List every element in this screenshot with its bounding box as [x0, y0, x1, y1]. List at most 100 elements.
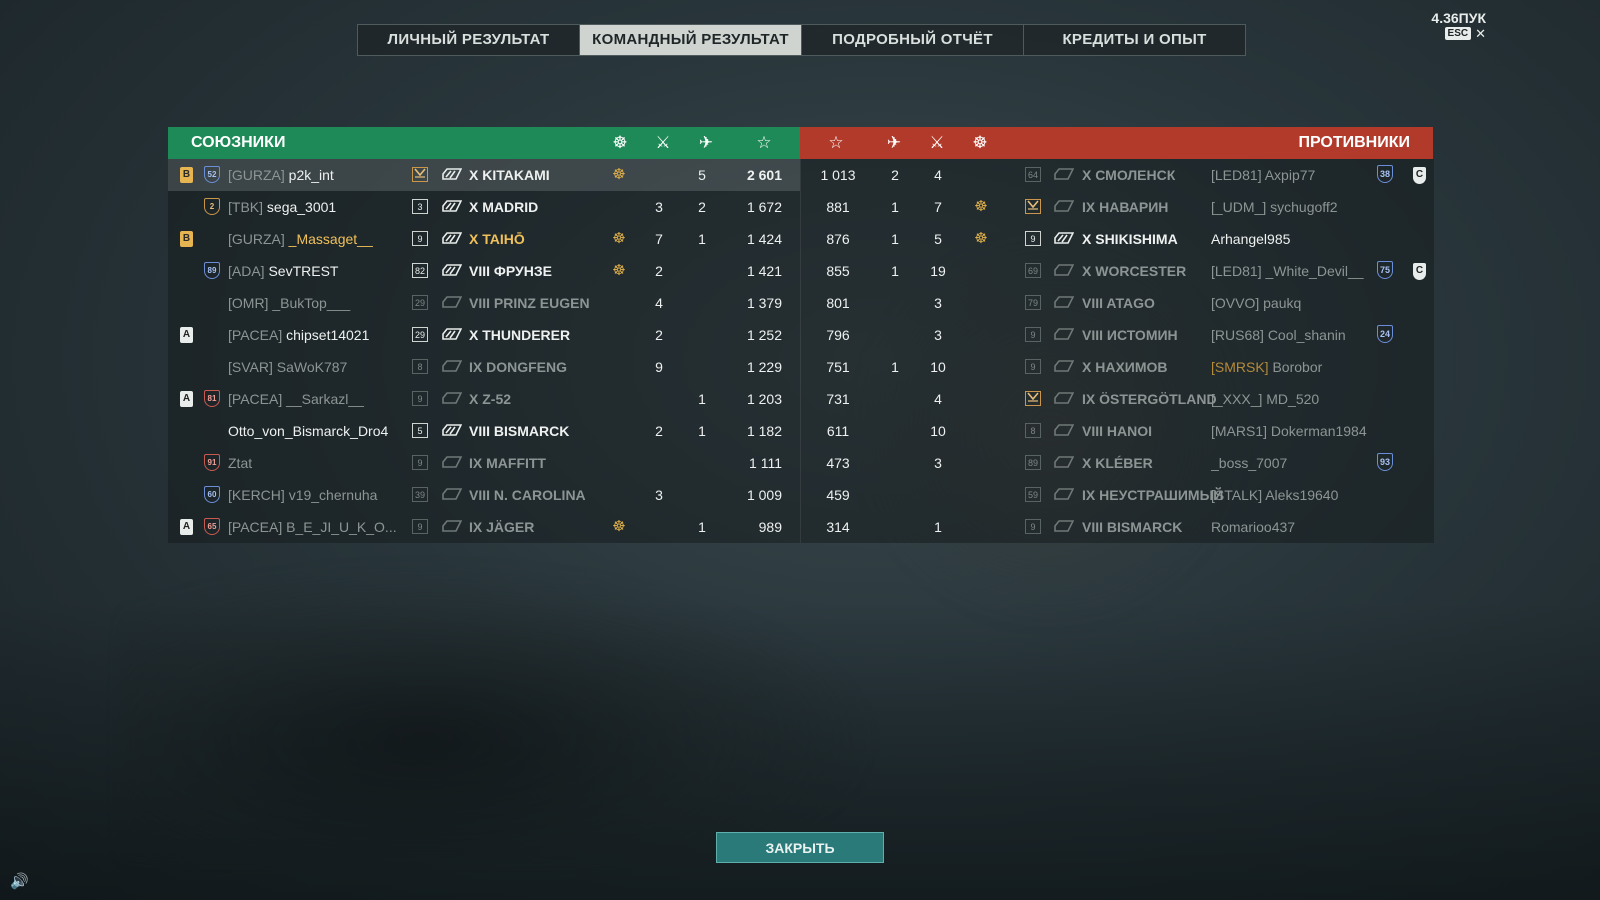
tab-personal-result[interactable]: ЛИЧНЫЙ РЕЗУЛЬТАТ	[358, 25, 580, 55]
table-row[interactable]: 2 [TBK] sega_3001 3 X MADRID 3 2 1 672	[168, 191, 800, 223]
ship-name[interactable]: X THUNDERER	[469, 319, 619, 351]
medal-icon: ☸	[612, 262, 626, 279]
ship-name[interactable]: X СМОЛЕНСК	[1082, 159, 1212, 191]
ship-name[interactable]: VIII PRINZ EUGEN	[469, 287, 619, 319]
player-name[interactable]: [OVVO] paukq	[1211, 287, 1371, 319]
player-name[interactable]: Arhangel985	[1211, 223, 1371, 255]
ship-name[interactable]: VIII BISMARCK	[1082, 511, 1212, 543]
rank-badge: 2	[204, 198, 220, 215]
player-name[interactable]: Ztat	[228, 447, 403, 479]
table-row[interactable]: 473 3 89 X KLÉBER _boss_7007 93	[801, 447, 1434, 479]
ship-name[interactable]: X KLÉBER	[1082, 447, 1212, 479]
player-name[interactable]: [LED81] _White_Devil__	[1211, 255, 1371, 287]
medal-column-icon: ☸	[612, 133, 628, 152]
table-row[interactable]: 855 1 19 69 X WORCESTER [LED81] _White_Devil_…	[801, 255, 1434, 287]
table-row[interactable]: 611 10 8 VIII HANOI [MARS1] Dokerman1984	[801, 415, 1434, 447]
ship-name[interactable]: IX ÖSTERGÖTLAND	[1082, 383, 1217, 415]
rank-chevron-icon	[412, 167, 428, 182]
planes-value	[687, 287, 717, 319]
table-row[interactable]: 801 3 79 VIII ATAGO [OVVO] paukq	[801, 287, 1434, 319]
esc-close[interactable]: ESC ✕	[1431, 27, 1486, 40]
player-name[interactable]: [PACEA] chipset14021	[228, 319, 403, 351]
table-row[interactable]: 1 013 2 4 64 X СМОЛЕНСК [LED81] Axpip77 38 C	[801, 159, 1434, 191]
ship-name[interactable]: X SHIKISHIMA	[1082, 223, 1212, 255]
ship-name[interactable]: X НАХИМОВ	[1082, 351, 1212, 383]
ship-name[interactable]: X KITAKAMI	[469, 159, 619, 191]
player-name[interactable]: [KERCH] v19_chernuha	[228, 479, 403, 511]
ship-name[interactable]: VIII BISMARCK	[469, 415, 619, 447]
player-name[interactable]: [SMRSK] Borobor	[1211, 351, 1371, 383]
ship-name[interactable]: IX MAFFITT	[469, 447, 619, 479]
ship-level-badge: 9	[1025, 519, 1041, 534]
player-name[interactable]: [OMR] _BukTop___	[228, 287, 403, 319]
player-name[interactable]: [STALK] Aleks19640	[1211, 479, 1371, 511]
player-name[interactable]: [GURZA] p2k_int	[228, 159, 403, 191]
player-nickname: MD_520	[1266, 391, 1320, 407]
xp-value: 611	[826, 423, 850, 439]
player-name[interactable]: [SVAR] SaWoK787	[228, 351, 403, 383]
player-name[interactable]: [PACEA] B_E_JI_U_K_O...	[228, 511, 403, 543]
rank-chevron-icon	[1025, 391, 1041, 406]
table-row[interactable]: 881 1 7 ☸ IX НАВАРИН [_UDM_] sychugoff2	[801, 191, 1434, 223]
table-row[interactable]: 731 4 IX ÖSTERGÖTLAND [_XXX_] MD_520	[801, 383, 1434, 415]
ship-name[interactable]: IX НЕУСТРАШИМЫЙ	[1082, 479, 1223, 511]
player-name[interactable]: Romarioo437	[1211, 511, 1371, 543]
ship-class-icon	[442, 423, 463, 439]
volume-icon[interactable]: 🔊	[10, 872, 30, 892]
tab-team-result[interactable]: КОМАНДНЫЙ РЕЗУЛЬТАТ	[580, 25, 802, 55]
player-name[interactable]: Otto_von_Bismarck_Dro4	[228, 415, 403, 447]
tab-credits-xp[interactable]: КРЕДИТЫ И ОПЫТ	[1024, 25, 1245, 55]
table-row[interactable]: B [GURZA] _Massaget__ 9 X TAIHŌ ☸ 7 1 1 424	[168, 223, 800, 255]
ship-class-icon	[442, 487, 463, 503]
ship-name[interactable]: X Z-52	[469, 383, 619, 415]
table-row[interactable]: B 52 [GURZA] p2k_int X KITAKAMI ☸ 5 2 601	[168, 159, 800, 191]
player-name[interactable]: [LED81] Axpip77	[1211, 159, 1371, 191]
player-name[interactable]: [_XXX_] MD_520	[1211, 383, 1371, 415]
ship-name[interactable]: IX DONGFENG	[469, 351, 619, 383]
table-row[interactable]: A 65 [PACEA] B_E_JI_U_K_O... 9 IX JÄGER ☸ 1 989	[168, 511, 800, 543]
table-row[interactable]: 876 1 5 ☸ 9 X SHIKISHIMA Arhangel985	[801, 223, 1434, 255]
ship-level-badge: 82	[412, 263, 428, 278]
table-row[interactable]: 796 3 9 VIII ИСТОМИН [RUS68] Cool_shanin 24	[801, 319, 1434, 351]
ship-name[interactable]: X MADRID	[469, 191, 619, 223]
close-icon[interactable]: ✕	[1475, 27, 1486, 40]
ship-name[interactable]: IX НАВАРИН	[1082, 191, 1212, 223]
ship-name[interactable]: VIII HANOI	[1082, 415, 1212, 447]
table-row[interactable]: [SVAR] SaWoK787 8 IX DONGFENG 9 1 229	[168, 351, 800, 383]
ship-name[interactable]: VIII ИСТОМИН	[1082, 319, 1212, 351]
table-row[interactable]: 459 59 IX НЕУСТРАШИМЫЙ [STALK] Aleks19640	[801, 479, 1434, 511]
xp-value: 731	[826, 391, 850, 407]
ship-name[interactable]: VIII ATAGO	[1082, 287, 1212, 319]
table-row[interactable]: Otto_von_Bismarck_Dro4 5 VIII BISMARCK 2 1 1 …	[168, 415, 800, 447]
planes-value: 1	[891, 199, 899, 215]
medal-icon: ☸	[612, 230, 626, 247]
table-row[interactable]: 91 Ztat 9 IX MAFFITT 1 111	[168, 447, 800, 479]
table-row[interactable]: 751 1 10 9 X НАХИМОВ [SMRSK] Borobor	[801, 351, 1434, 383]
division-badge: A	[180, 391, 193, 407]
frags-value: 3	[934, 455, 942, 471]
player-name[interactable]: [TBK] sega_3001	[228, 191, 403, 223]
table-row[interactable]: [OMR] _BukTop___ 29 VIII PRINZ EUGEN 4 1 379	[168, 287, 800, 319]
xp-value: 1 672	[746, 199, 782, 215]
ship-name[interactable]: VIII ФРУНЗЕ	[469, 255, 619, 287]
tab-detailed-report[interactable]: ПОДРОБНЫЙ ОТЧЁТ	[802, 25, 1024, 55]
table-row[interactable]: 314 1 9 VIII BISMARCK Romarioo437	[801, 511, 1434, 543]
player-name[interactable]: [PACEA] __Sarkazl__	[228, 383, 403, 415]
table-row[interactable]: A 81 [PACEA] __Sarkazl__ 9 X Z-52 1 1 203	[168, 383, 800, 415]
table-row[interactable]: A [PACEA] chipset14021 29 X THUNDERER 2 1 252	[168, 319, 800, 351]
player-name[interactable]: [ADA] SevTREST	[228, 255, 403, 287]
player-name[interactable]: [MARS1] Dokerman1984	[1211, 415, 1371, 447]
ship-name[interactable]: VIII N. CAROLINA	[469, 479, 619, 511]
planes-value: 1	[891, 231, 899, 247]
clan-tag: [OVVO]	[1211, 295, 1260, 311]
player-name[interactable]: [RUS68] Cool_shanin	[1211, 319, 1371, 351]
player-name[interactable]: [_UDM_] sychugoff2	[1211, 191, 1371, 223]
ship-name[interactable]: IX JÄGER	[469, 511, 619, 543]
ship-name[interactable]: X WORCESTER	[1082, 255, 1212, 287]
close-button[interactable]: ЗАКРЫТЬ	[716, 832, 884, 863]
player-name[interactable]: _boss_7007	[1211, 447, 1371, 479]
ship-name[interactable]: X TAIHŌ	[469, 223, 619, 255]
table-row[interactable]: 89 [ADA] SevTREST 82 VIII ФРУНЗЕ ☸ 2 1 421	[168, 255, 800, 287]
table-row[interactable]: 60 [KERCH] v19_chernuha 39 VIII N. CAROLINA…	[168, 479, 800, 511]
player-name[interactable]: [GURZA] _Massaget__	[228, 223, 403, 255]
